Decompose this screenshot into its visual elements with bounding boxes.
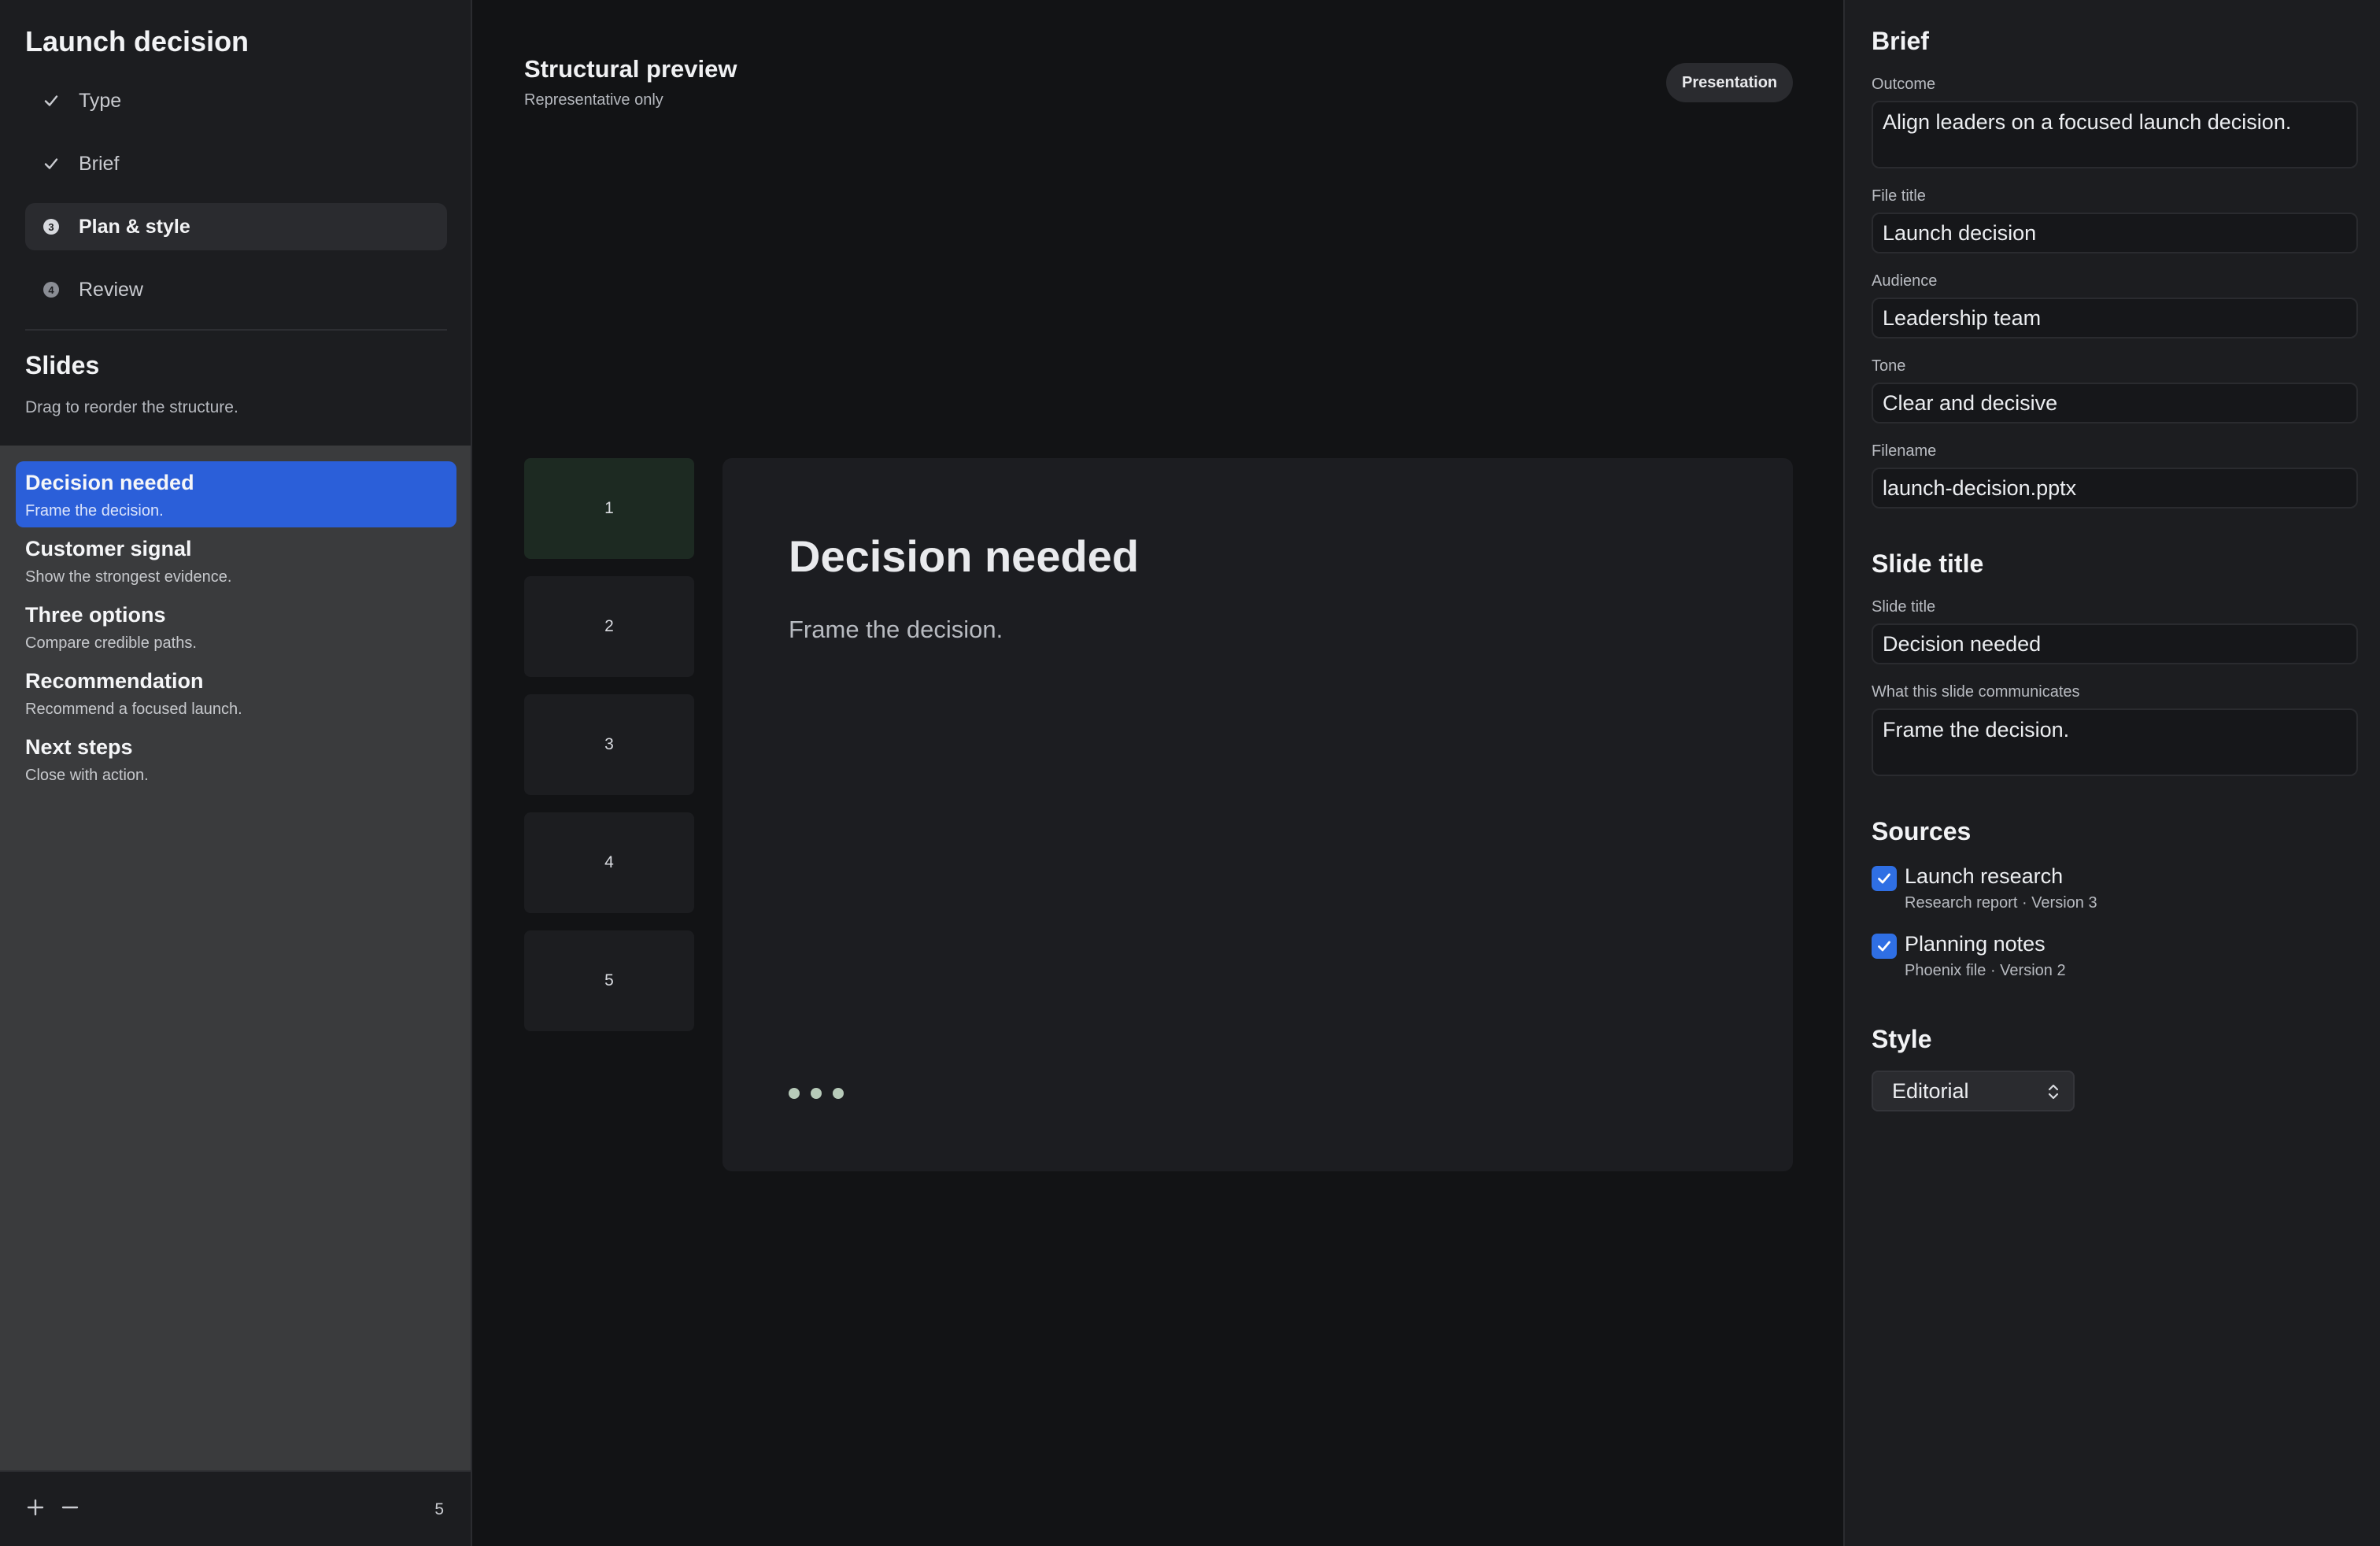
step-label: Brief	[79, 152, 120, 175]
audience-field[interactable]: Leadership team	[1872, 298, 2358, 338]
sources-heading: Sources	[1872, 817, 1972, 845]
communicates-label: What this slide communicates	[1872, 683, 2080, 701]
source-item-planning-notes: Planning notes Phoenix file · Version 2	[1872, 932, 2358, 987]
slide-canvas-title: Decision needed	[789, 531, 1140, 581]
minus-icon	[61, 1506, 79, 1509]
preview-pane: Structural preview Representative only P…	[472, 0, 1843, 1546]
slides-heading: Slides	[25, 351, 100, 379]
slide-canvas-body: Frame the decision.	[789, 616, 1003, 643]
source-name: Planning notes	[1905, 932, 2046, 956]
slide-thumbnail-4[interactable]: 4	[524, 812, 694, 913]
slide-item-next-steps[interactable]: Next steps Close with action.	[16, 726, 456, 792]
slide-thumbnail-3[interactable]: 3	[524, 694, 694, 795]
style-select[interactable]: Editorial	[1872, 1071, 2075, 1111]
slide-item-subtitle: Compare credible paths.	[25, 634, 197, 652]
page-title: Launch decision	[25, 25, 249, 57]
outcome-label: Outcome	[1872, 76, 1936, 93]
step-label: Type	[79, 89, 122, 112]
step-label: Review	[79, 278, 143, 301]
slide-item-decision-needed[interactable]: Decision needed Frame the decision.	[16, 461, 456, 527]
audience-label: Audience	[1872, 272, 1938, 290]
slide-title-label: Slide title	[1872, 598, 1936, 616]
step-review[interactable]: 4 Review	[25, 266, 447, 313]
source-checkbox[interactable]	[1872, 934, 1897, 959]
filename-field[interactable]: launch-decision.pptx	[1872, 468, 2358, 509]
source-name: Launch research	[1905, 864, 2064, 888]
tone-field[interactable]: Clear and decisive	[1872, 383, 2358, 423]
slide-thumbnail-5[interactable]: 5	[524, 930, 694, 1031]
communicates-field[interactable]: Frame the decision.	[1872, 708, 2358, 776]
slide-thumbnail-1[interactable]: 1	[524, 458, 694, 559]
preview-title: Structural preview	[524, 55, 737, 83]
source-meta: Phoenix file · Version 2	[1905, 962, 2066, 979]
slide-item-three-options[interactable]: Three options Compare credible paths.	[16, 594, 456, 660]
tone-label: Tone	[1872, 357, 1906, 375]
slide-item-subtitle: Recommend a focused launch.	[25, 701, 242, 718]
step-brief[interactable]: Brief	[25, 140, 447, 187]
slide-item-customer-signal[interactable]: Customer signal Show the strongest evide…	[16, 527, 456, 594]
step-number-icon: 3	[42, 218, 60, 235]
check-icon	[42, 92, 60, 109]
slides-hint: Drag to reorder the structure.	[25, 398, 238, 416]
slide-item-title: Recommendation	[25, 669, 204, 693]
file-title-label: File title	[1872, 187, 1926, 205]
brief-heading: Brief	[1872, 27, 1929, 55]
slide-list: Decision needed Frame the decision. Cust…	[0, 446, 471, 1470]
slide-thumbnail-2[interactable]: 2	[524, 576, 694, 677]
slide-item-title: Three options	[25, 603, 166, 627]
outcome-field[interactable]: Align leaders on a focused launch decisi…	[1872, 101, 2358, 168]
remove-slide-button[interactable]	[58, 1496, 82, 1519]
add-slide-button[interactable]	[24, 1496, 47, 1519]
preview-subtitle: Representative only	[524, 91, 663, 109]
divider	[25, 329, 447, 331]
inspector-panel: Brief Outcome Align leaders on a focused…	[1843, 0, 2380, 1546]
mode-pill[interactable]: Presentation	[1666, 63, 1794, 102]
slide-item-subtitle: Show the strongest evidence.	[25, 568, 232, 586]
app-window: Launch decision Type Brief 3 Plan & styl…	[0, 0, 2380, 1546]
slide-item-title: Decision needed	[25, 471, 194, 494]
checkmark-icon	[1878, 941, 1890, 952]
step-type[interactable]: Type	[25, 77, 447, 124]
sidebar: Launch decision Type Brief 3 Plan & styl…	[0, 0, 472, 1546]
sidebar-footer: 5	[0, 1470, 471, 1546]
slide-item-recommendation[interactable]: Recommendation Recommend a focused launc…	[16, 660, 456, 726]
checkmark-icon	[1878, 873, 1890, 884]
slide-count: 5	[434, 1500, 444, 1518]
style-heading: Style	[1872, 1025, 1932, 1053]
step-label: Plan & style	[79, 215, 190, 238]
slide-item-title: Customer signal	[25, 537, 192, 560]
filename-label: Filename	[1872, 442, 1937, 460]
loading-dots-icon	[789, 1088, 844, 1099]
slide-item-subtitle: Close with action.	[25, 767, 149, 784]
step-number-icon: 4	[42, 281, 60, 298]
source-meta: Research report · Version 3	[1905, 894, 2097, 912]
style-select-value: Editorial	[1892, 1078, 1969, 1103]
step-plan-style[interactable]: 3 Plan & style	[25, 203, 447, 250]
plus-icon	[27, 1499, 44, 1516]
chevron-up-down-icon	[2048, 1084, 2059, 1100]
source-item-launch-research: Launch research Research report · Versio…	[1872, 864, 2358, 919]
slide-canvas[interactable]: Decision needed Frame the decision.	[722, 458, 1793, 1171]
file-title-field[interactable]: Launch decision	[1872, 213, 2358, 253]
slide-item-title: Next steps	[25, 735, 133, 759]
slide-title-field[interactable]: Decision needed	[1872, 623, 2358, 664]
source-checkbox[interactable]	[1872, 866, 1897, 891]
slide-title-heading: Slide title	[1872, 549, 1984, 578]
sidebar-header: Launch decision Type Brief 3 Plan & styl…	[0, 0, 471, 446]
slide-item-subtitle: Frame the decision.	[25, 502, 164, 520]
check-icon	[42, 155, 60, 172]
